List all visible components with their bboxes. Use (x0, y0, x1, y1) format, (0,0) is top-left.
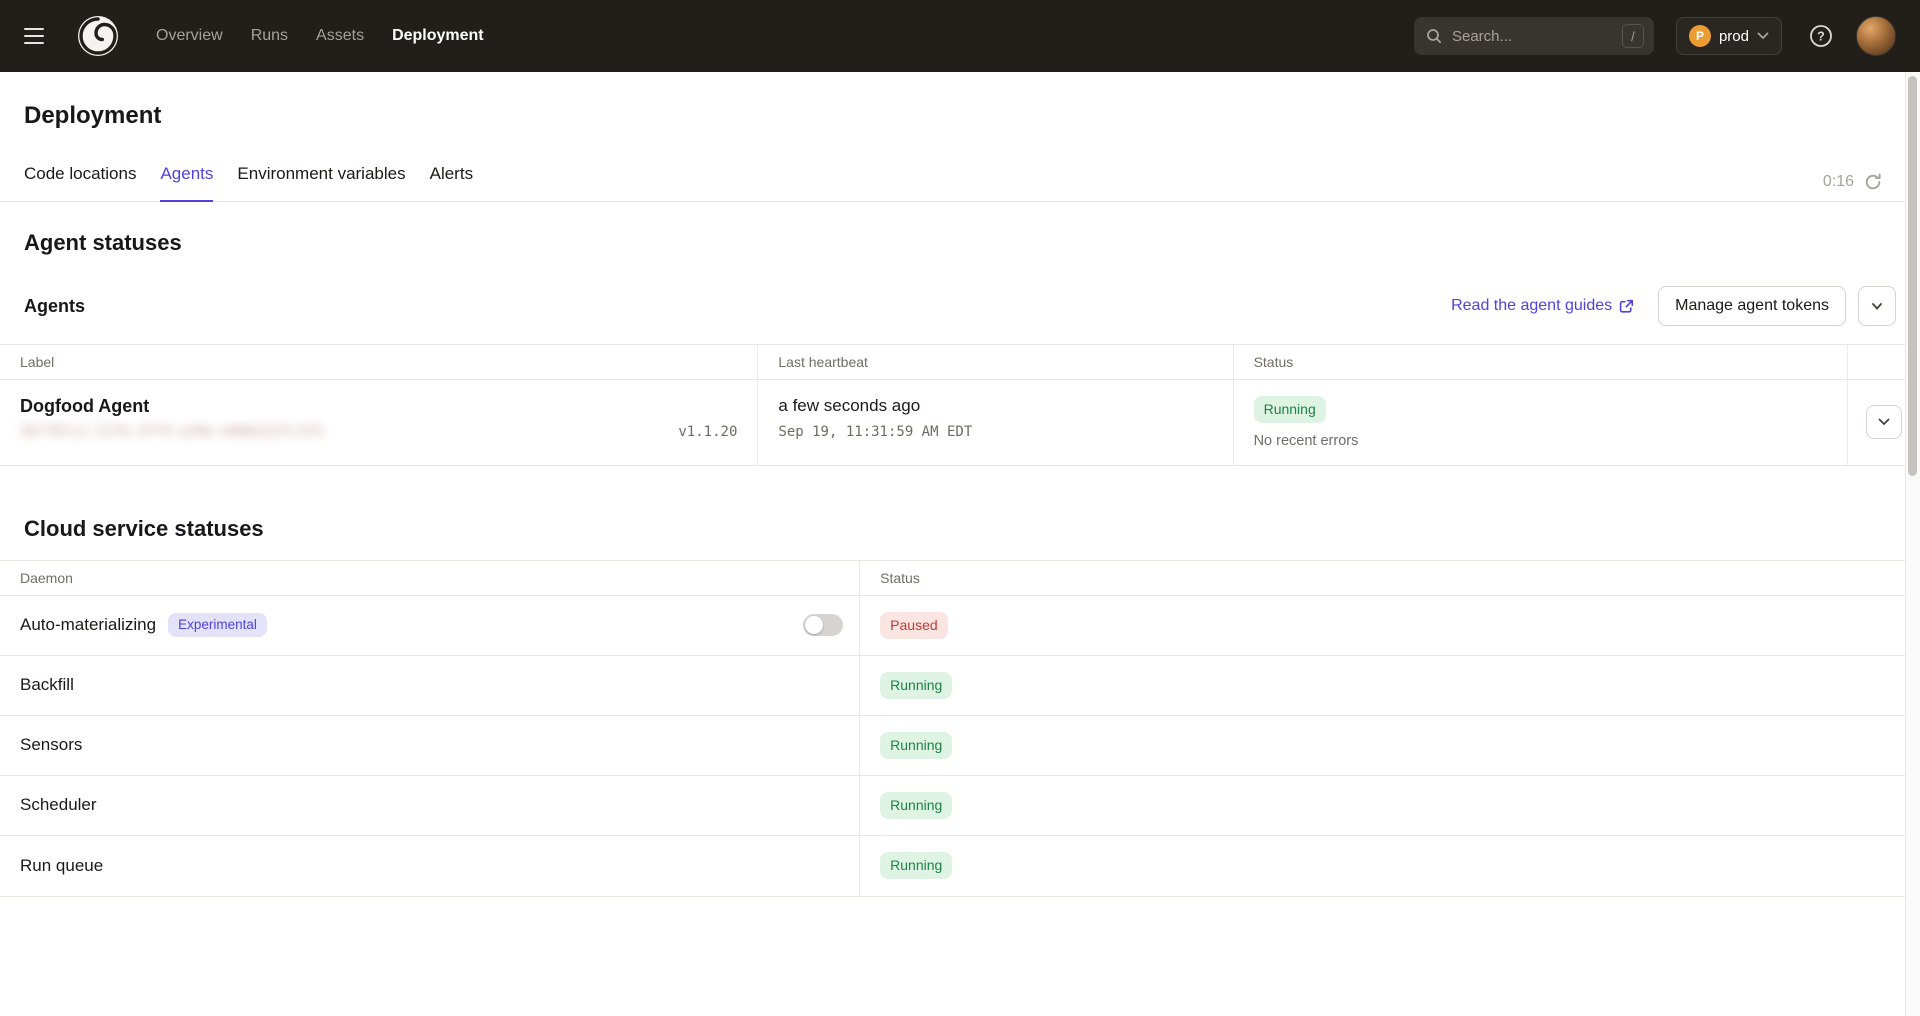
user-avatar[interactable] (1856, 16, 1896, 56)
heartbeat-timestamp: Sep 19, 11:31:59 AM EDT (778, 424, 1212, 440)
daemon-row-auto-materializing: Auto-materializing Experimental Paused (0, 596, 1920, 656)
column-header-status: Status (860, 561, 1920, 595)
nav-item-assets[interactable]: Assets (316, 27, 364, 45)
daemon-status-badge: Running (880, 792, 952, 819)
agents-toolbar: Agents Read the agent guides Manage agen… (0, 256, 1920, 344)
refresh-icon (1864, 173, 1882, 191)
caret-down-icon (1872, 303, 1882, 310)
agent-guides-link-label: Read the agent guides (1451, 297, 1612, 315)
daemon-status-badge: Running (880, 852, 952, 879)
page-title: Deployment (0, 72, 1920, 130)
column-header-status: Status (1234, 345, 1848, 379)
manage-agent-tokens-button[interactable]: Manage agent tokens (1658, 286, 1846, 326)
daemon-name: Run queue (20, 856, 103, 876)
primary-nav: Overview Runs Assets Deployment (156, 27, 484, 45)
column-header-label: Label (0, 345, 758, 379)
deployment-switcher[interactable]: P prod (1676, 17, 1782, 55)
search-shortcut-key: / (1622, 24, 1644, 48)
agent-statuses-heading: Agent statuses (0, 202, 1920, 256)
agents-table: Label Last heartbeat Status Dogfood Agen… (0, 344, 1920, 466)
svg-text:?: ? (1817, 30, 1825, 44)
deployment-badge: P (1689, 25, 1711, 47)
dagster-logo[interactable] (74, 12, 122, 60)
deployment-name: prod (1719, 28, 1749, 45)
page-scrollbar[interactable] (1905, 72, 1920, 1016)
agent-status-note: No recent errors (1254, 433, 1827, 449)
nav-item-overview[interactable]: Overview (156, 27, 223, 45)
nav-item-runs[interactable]: Runs (251, 27, 288, 45)
tabs-row: Code locations Agents Environment variab… (0, 164, 1920, 202)
cloud-services-table: Daemon Status Auto-materializing Experim… (0, 560, 1920, 897)
agent-row: Dogfood Agent 367f87c2-31f6-47f9-a39e-b0… (0, 380, 1920, 465)
heartbeat-relative: a few seconds ago (778, 396, 1212, 416)
agent-name: Dogfood Agent (20, 396, 737, 417)
help-button[interactable]: ? (1808, 23, 1834, 49)
daemon-row-sensors: Sensors Running (0, 716, 1920, 776)
agent-status-badge: Running (1254, 396, 1326, 423)
tab-environment-variables[interactable]: Environment variables (237, 164, 405, 202)
external-link-icon (1619, 299, 1634, 314)
auto-materializing-toggle[interactable] (803, 614, 843, 636)
agents-subheading: Agents (24, 296, 1451, 317)
daemon-status-badge: Running (880, 672, 952, 699)
daemon-row-backfill: Backfill Running (0, 656, 1920, 716)
dagster-logo-icon (76, 14, 120, 58)
daemon-name: Backfill (20, 675, 74, 695)
search-icon (1426, 28, 1442, 44)
cloud-table-header: Daemon Status (0, 561, 1920, 596)
tab-agents[interactable]: Agents (160, 164, 213, 202)
tab-alerts[interactable]: Alerts (430, 164, 473, 202)
daemon-name: Sensors (20, 735, 82, 755)
daemon-row-scheduler: Scheduler Running (0, 776, 1920, 836)
agent-actions-dropdown-button[interactable] (1858, 286, 1896, 326)
search-input[interactable] (1452, 28, 1612, 45)
chevron-down-icon (1878, 418, 1890, 426)
help-icon: ? (1808, 23, 1834, 49)
cloud-service-statuses-heading: Cloud service statuses (0, 466, 1920, 542)
agent-version: v1.1.20 (678, 424, 737, 440)
experimental-badge: Experimental (168, 613, 267, 637)
column-header-daemon: Daemon (0, 561, 860, 595)
nav-item-deployment[interactable]: Deployment (392, 27, 484, 45)
column-header-last-heartbeat: Last heartbeat (758, 345, 1233, 379)
refresh-timer: 0:16 (1823, 173, 1854, 191)
top-navigation-bar: Overview Runs Assets Deployment / P prod… (0, 0, 1920, 72)
agent-id-redacted: 367f87c2-31f6-47f9-a39e-b0862237c375 (20, 424, 323, 440)
global-search[interactable]: / (1414, 17, 1654, 55)
daemon-name: Scheduler (20, 795, 97, 815)
tab-code-locations[interactable]: Code locations (24, 164, 136, 202)
daemon-row-run-queue: Run queue Running (0, 836, 1920, 896)
chevron-down-icon (1757, 32, 1769, 40)
agent-guides-link[interactable]: Read the agent guides (1451, 297, 1634, 315)
agents-table-header: Label Last heartbeat Status (0, 345, 1920, 380)
daemon-name: Auto-materializing (20, 615, 156, 635)
daemon-status-badge: Running (880, 732, 952, 759)
daemon-status-badge: Paused (880, 612, 947, 639)
scrollbar-thumb[interactable] (1908, 76, 1917, 476)
menu-icon[interactable] (24, 16, 64, 56)
refresh-button[interactable] (1864, 173, 1882, 191)
expand-agent-row-button[interactable] (1866, 405, 1902, 439)
